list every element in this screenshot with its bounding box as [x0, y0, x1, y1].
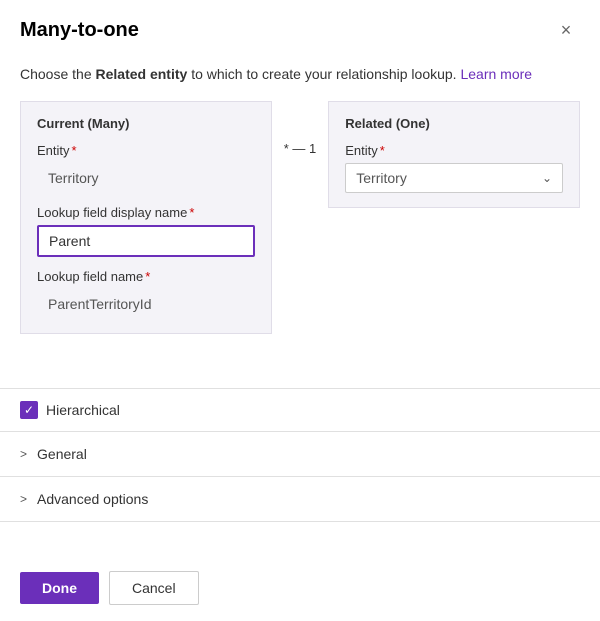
hierarchical-checkbox[interactable]: ✓	[20, 401, 38, 419]
related-entity-field-group: Entity* Territory ⌄	[345, 143, 563, 193]
related-panel-title: Related (One)	[345, 116, 563, 131]
dialog-header: Many-to-one ×	[0, 0, 600, 54]
entity-label: Entity*	[37, 143, 255, 158]
general-section-label: General	[37, 446, 87, 462]
hierarchical-label: Hierarchical	[46, 402, 120, 418]
chevron-down-icon: ⌄	[542, 171, 552, 185]
related-entity-required: *	[380, 143, 385, 158]
related-panel: Related (One) Entity* Territory ⌄	[328, 101, 580, 208]
related-entity-value: Territory	[356, 170, 407, 186]
lookup-display-label: Lookup field display name*	[37, 205, 255, 220]
entity-required: *	[72, 143, 77, 158]
done-button[interactable]: Done	[20, 572, 99, 604]
current-panel-title: Current (Many)	[37, 116, 255, 131]
entity-value: Territory	[37, 163, 255, 193]
close-button[interactable]: ×	[552, 16, 580, 44]
dialog-footer: Done Cancel	[0, 555, 600, 621]
cancel-button[interactable]: Cancel	[109, 571, 199, 605]
dialog-body: Choose the Related entity to which to cr…	[0, 54, 600, 388]
lookup-display-required: *	[189, 205, 194, 220]
lookup-name-required: *	[145, 269, 150, 284]
lookup-display-field-group: Lookup field display name*	[37, 205, 255, 257]
checkmark-icon: ✓	[24, 404, 34, 416]
current-panel: Current (Many) Entity* Territory Lookup …	[20, 101, 272, 334]
entity-field-group: Entity* Territory	[37, 143, 255, 193]
chevron-right-icon-2: >	[20, 492, 27, 506]
relationship-connector: * — 1	[272, 101, 329, 156]
general-section[interactable]: > General	[0, 432, 600, 477]
description-text: Choose the	[20, 66, 96, 82]
related-entity-select[interactable]: Territory ⌄	[345, 163, 563, 193]
spacer	[0, 522, 600, 556]
description-bold: Related entity	[96, 66, 188, 82]
hierarchical-row: ✓ Hierarchical	[0, 388, 600, 432]
entity-row: Current (Many) Entity* Territory Lookup …	[20, 101, 580, 334]
related-entity-label: Entity*	[345, 143, 563, 158]
advanced-options-section[interactable]: > Advanced options	[0, 477, 600, 522]
dialog-title: Many-to-one	[20, 19, 139, 42]
many-to-one-dialog: Many-to-one × Choose the Related entity …	[0, 0, 600, 621]
description: Choose the Related entity to which to cr…	[20, 64, 580, 85]
lookup-name-field-group: Lookup field name* ParentTerritoryId	[37, 269, 255, 319]
learn-more-link[interactable]: Learn more	[460, 66, 532, 82]
lookup-name-value: ParentTerritoryId	[37, 289, 255, 319]
hierarchical-checkbox-container: ✓ Hierarchical	[20, 401, 120, 419]
description-suffix: to which to create your relationship loo…	[187, 66, 460, 82]
lookup-display-input[interactable]	[37, 225, 255, 257]
advanced-options-label: Advanced options	[37, 491, 148, 507]
chevron-right-icon: >	[20, 447, 27, 461]
lookup-name-label: Lookup field name*	[37, 269, 255, 284]
